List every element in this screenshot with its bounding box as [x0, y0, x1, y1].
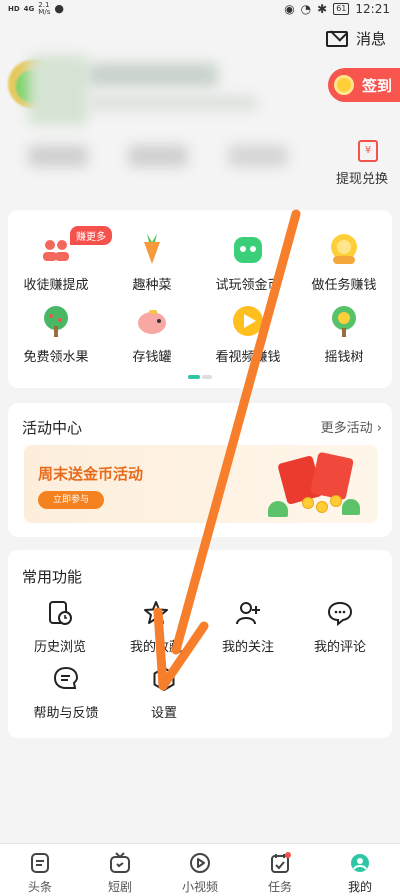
- network-speed: 2.1 M/s: [38, 2, 50, 16]
- bottom-navigation: 头条 短剧 小视频 任务 我的: [0, 843, 400, 896]
- nav-label: 短剧: [107, 880, 132, 894]
- nav-tab-tasks[interactable]: 任务: [240, 844, 320, 896]
- comments-button[interactable]: 我的评论: [292, 600, 388, 655]
- status-bar: HD 4G 2.1 M/s ● ◉ ◔ ✱ 61 12:21: [0, 0, 400, 18]
- money-tree-icon: [327, 304, 361, 338]
- grid-item-label: 做任务赚钱: [311, 278, 377, 293]
- common-functions-title: 常用功能: [22, 568, 83, 586]
- blurred-stat: [228, 145, 288, 167]
- settings-icon: [153, 667, 175, 691]
- robot-icon: [231, 232, 265, 266]
- yuan-icon: ¥: [358, 140, 378, 162]
- nav-tab-short-drama[interactable]: 短剧: [80, 844, 160, 896]
- withdraw-button[interactable]: ¥ 提现兑换: [336, 140, 388, 187]
- piggy-bank-icon: [135, 304, 169, 338]
- banner-title: 周末送金币活动: [38, 465, 144, 483]
- grid-item-label: 看视频赚钱: [215, 350, 281, 365]
- favorites-button[interactable]: 我的收藏: [108, 600, 204, 655]
- weekend-coins-banner[interactable]: 周末送金币活动 立即参与: [24, 445, 378, 523]
- nav-tab-profile[interactable]: 我的: [320, 844, 400, 896]
- history-button[interactable]: 历史浏览: [12, 600, 108, 655]
- grid-item-piggy-bank[interactable]: 存钱罐: [104, 304, 200, 365]
- grid-item-invite[interactable]: 收徒赚提成: [8, 232, 104, 293]
- messages-label: 消息: [355, 30, 386, 48]
- grid-item-label: 试玩领金币: [215, 278, 281, 293]
- messages-button[interactable]: 消息: [325, 28, 386, 49]
- network-hd-indicator: HD: [8, 5, 20, 13]
- settings-label: 设置: [150, 706, 177, 721]
- eye-icon: ◉: [284, 2, 295, 16]
- page-dot-active: [188, 375, 200, 379]
- grid-item-video-earn[interactable]: 看视频赚钱: [200, 304, 296, 365]
- blurred-area: [28, 55, 88, 125]
- news-icon: [31, 853, 49, 873]
- video-icon: [190, 853, 210, 873]
- grid-item-label: 收徒赚提成: [23, 278, 89, 293]
- profile-icon: [351, 854, 369, 872]
- bluetooth-icon: ✱: [317, 2, 328, 16]
- nav-label: 头条: [27, 880, 52, 894]
- people-icon: [39, 232, 73, 266]
- nav-label: 我的: [347, 880, 372, 894]
- blurred-stat: [28, 145, 88, 167]
- network-speed-unit: M/s: [38, 8, 51, 16]
- help-feedback-button[interactable]: 帮助与反馈: [18, 666, 114, 721]
- blurred-stat: [128, 145, 188, 167]
- grid-item-tasks[interactable]: 做任务赚钱: [296, 232, 392, 293]
- grid-item-label: 摇钱树: [324, 350, 364, 365]
- nav-label: 小视频: [181, 880, 218, 894]
- tree-icon: [39, 304, 73, 338]
- battery-indicator: 61: [333, 3, 350, 15]
- nav-label: 任务: [267, 880, 292, 894]
- tv-icon: [110, 852, 130, 873]
- page-dot: [202, 375, 212, 379]
- network-4g-indicator: 4G: [23, 5, 35, 13]
- activity-center-card: 活动中心 更多活动 › 周末送金币活动 立即参与: [8, 403, 392, 537]
- history-icon: [49, 601, 72, 625]
- profile-section-blurred[interactable]: [8, 55, 330, 190]
- comment-icon: [327, 601, 353, 626]
- following-button[interactable]: 我的关注: [200, 600, 296, 655]
- checkin-button[interactable]: 签到: [328, 68, 400, 102]
- star-icon: [144, 601, 168, 624]
- common-functions-card: 常用功能 历史浏览 我的收藏 我的关注 我的评论 帮助与反馈 设置: [8, 550, 392, 738]
- join-now-button[interactable]: 立即参与: [38, 491, 104, 509]
- clock-time: 12:21: [355, 2, 390, 16]
- grid-item-farm[interactable]: 趣种菜: [104, 232, 200, 293]
- blurred-info: [88, 95, 258, 111]
- alarm-icon: ◔: [300, 2, 312, 16]
- checkin-label: 签到: [362, 76, 393, 95]
- carrot-icon: [135, 232, 169, 266]
- feedback-icon: [53, 666, 79, 689]
- blurred-username: [88, 63, 218, 87]
- following-label: 我的关注: [221, 640, 274, 655]
- task-icon: [271, 852, 291, 873]
- more-activities-link[interactable]: 更多活动 ›: [321, 417, 382, 436]
- mail-icon: [325, 30, 348, 47]
- activity-center-title: 活动中心: [22, 419, 83, 437]
- withdraw-label: 提现兑换: [335, 172, 388, 187]
- help-feedback-label: 帮助与反馈: [33, 706, 99, 721]
- grid-item-money-tree[interactable]: 摇钱树: [296, 304, 392, 365]
- grid-item-label: 趣种菜: [132, 278, 172, 293]
- features-grid-card: 赚更多 收徒赚提成 趣种菜 试玩领金币 做任务赚钱 免费领水果 存钱罐 看视频赚…: [8, 210, 392, 388]
- play-icon: [231, 304, 265, 338]
- status-left: HD 4G 2.1 M/s ●: [8, 2, 64, 16]
- nav-tab-short-video[interactable]: 小视频: [160, 844, 240, 896]
- grid-item-trial[interactable]: 试玩领金币: [200, 232, 296, 293]
- status-right: ◉ ◔ ✱ 61 12:21: [284, 2, 390, 16]
- chat-bubble-icon: ●: [54, 2, 64, 15]
- page-indicator: [188, 375, 212, 379]
- nav-tab-news[interactable]: 头条: [0, 844, 80, 896]
- comments-label: 我的评论: [313, 640, 366, 655]
- coin-icon: [327, 232, 361, 266]
- grid-item-label: 存钱罐: [132, 350, 172, 365]
- history-label: 历史浏览: [33, 640, 86, 655]
- follow-icon: [236, 602, 260, 625]
- settings-button[interactable]: 设置: [116, 666, 212, 721]
- grid-item-fruit[interactable]: 免费领水果: [8, 304, 104, 365]
- grid-item-label: 免费领水果: [23, 350, 89, 365]
- favorites-label: 我的收藏: [129, 640, 182, 655]
- coin-icon: [334, 75, 354, 95]
